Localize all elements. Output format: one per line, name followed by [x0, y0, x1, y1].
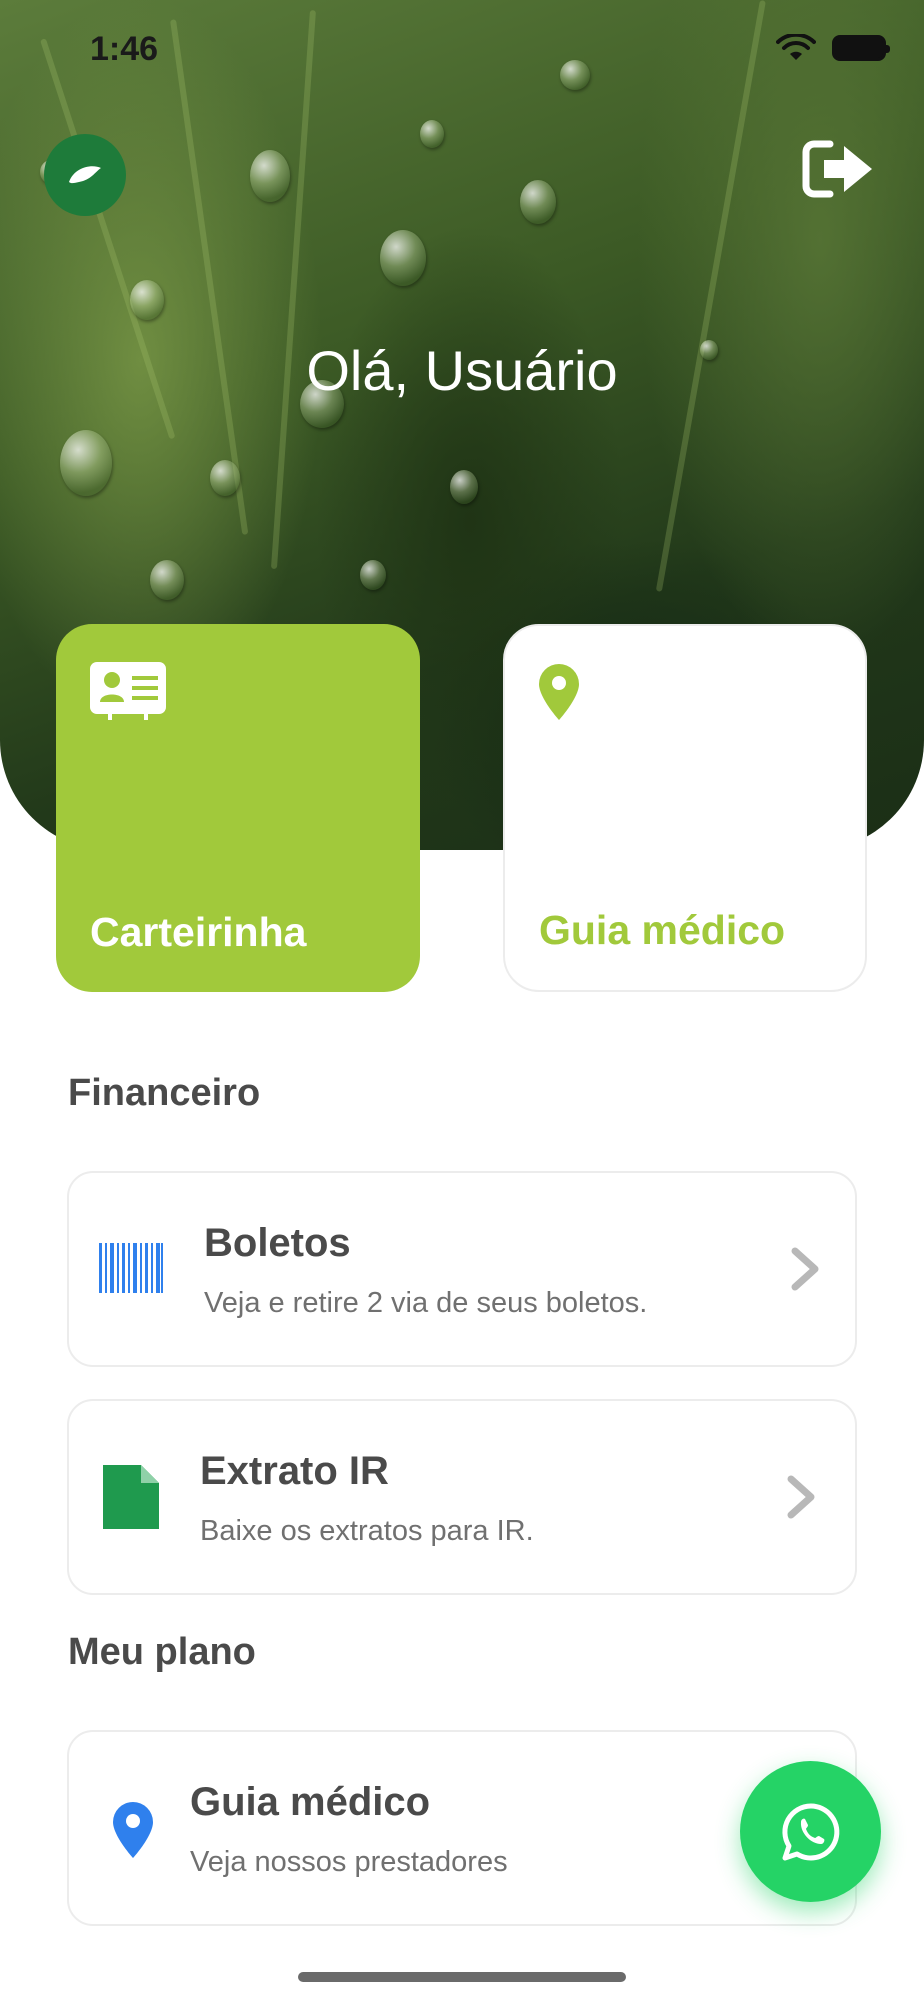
water-drop	[150, 560, 184, 600]
row-title: Guia médico	[190, 1780, 431, 1824]
water-drop	[520, 180, 556, 224]
water-drop	[360, 560, 386, 590]
wifi-icon	[776, 34, 816, 60]
row-subtitle: Baixe os extratos para IR.	[200, 1515, 534, 1547]
water-drop	[450, 470, 478, 504]
leaf-vein	[170, 19, 249, 535]
status-icons	[776, 34, 890, 62]
battery-icon	[832, 35, 890, 61]
chevron-right-icon	[787, 1475, 815, 1519]
row-subtitle: Veja e retire 2 via de seus boletos.	[204, 1287, 648, 1319]
card-carteirinha[interactable]: Carteirinha	[56, 624, 420, 992]
list-item-guia-medico[interactable]: Guia médico Veja nossos prestadores	[67, 1730, 857, 1926]
map-pin-icon	[539, 664, 579, 720]
row-title: Extrato IR	[200, 1449, 389, 1493]
card-guia-medico[interactable]: Guia médico	[503, 624, 867, 992]
section-title-financeiro: Financeiro	[68, 1072, 261, 1114]
water-drop	[60, 430, 112, 496]
row-subtitle: Veja nossos prestadores	[190, 1846, 508, 1878]
app-logo[interactable]	[44, 134, 126, 216]
greeting-text: Olá, Usuário	[306, 339, 618, 402]
logout-icon[interactable]	[802, 138, 876, 200]
whatsapp-icon	[781, 1802, 839, 1860]
status-time: 1:46	[90, 30, 159, 68]
water-drop	[210, 460, 240, 496]
leaf-vein	[270, 10, 316, 570]
water-drop	[420, 120, 444, 148]
location-pin-icon	[113, 1802, 153, 1858]
id-card-icon	[90, 662, 166, 720]
chevron-right-icon	[791, 1247, 819, 1291]
section-title-meu-plano: Meu plano	[68, 1631, 256, 1673]
whatsapp-button[interactable]	[740, 1761, 881, 1902]
document-icon	[103, 1465, 159, 1529]
home-indicator	[298, 1972, 626, 1982]
water-drop	[130, 280, 164, 320]
barcode-icon	[99, 1243, 163, 1293]
card-label: Guia médico	[539, 907, 786, 953]
leaf-vein	[655, 0, 766, 592]
water-drop	[560, 60, 590, 90]
water-drop	[250, 150, 290, 202]
list-item-boletos[interactable]: Boletos Veja e retire 2 via de seus bole…	[67, 1171, 857, 1367]
list-item-extrato-ir[interactable]: Extrato IR Baixe os extratos para IR.	[67, 1399, 857, 1595]
leaf-logo-icon	[69, 166, 101, 184]
card-label: Carteirinha	[90, 909, 307, 955]
row-title: Boletos	[204, 1221, 351, 1265]
water-drop	[380, 230, 426, 286]
